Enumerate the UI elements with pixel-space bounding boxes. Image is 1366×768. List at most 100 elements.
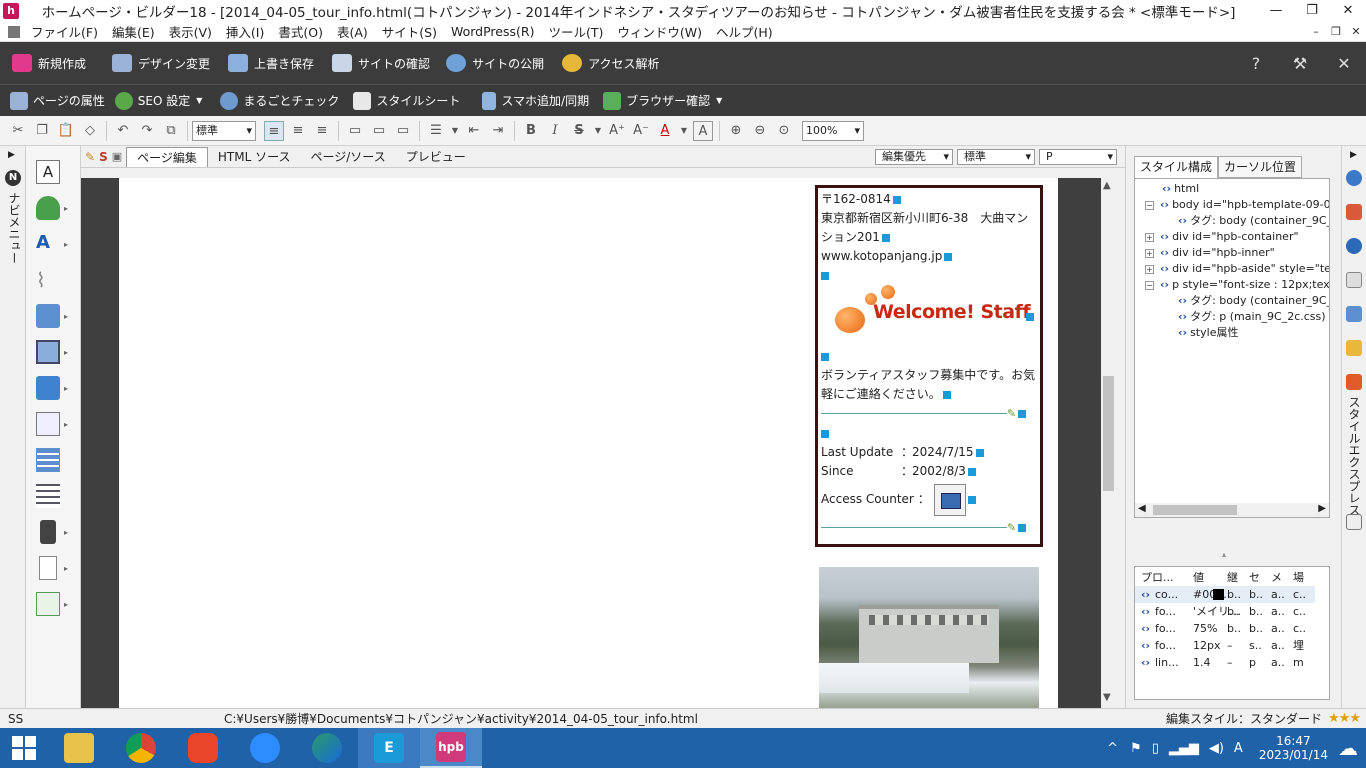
aside-box[interactable]: 〒162-0814 東京都新宿区新小川町6-38 大曲マン ション201 www…: [815, 185, 1043, 547]
indent-icon[interactable]: ⇥: [488, 121, 508, 141]
tree-node[interactable]: ‹› html: [1145, 181, 1199, 197]
design-change-button[interactable]: デザイン変更: [112, 54, 210, 72]
aside-postal[interactable]: 〒162-0814: [821, 190, 1037, 209]
canvas-vertical-scrollbar[interactable]: ▲ ▼: [1101, 178, 1116, 708]
font-color-dropdown-icon[interactable]: ▼: [679, 121, 689, 141]
ime-indicator[interactable]: A: [1234, 741, 1243, 756]
taskbar-homepage-builder[interactable]: hpb: [420, 728, 482, 768]
network-icon[interactable]: ⚑: [1130, 741, 1142, 756]
seo-settings-button[interactable]: SEO 設定 ▼: [114, 91, 202, 110]
navi-logo-icon[interactable]: N: [5, 170, 21, 186]
zoom-in-icon[interactable]: ⊕: [726, 121, 746, 141]
property-row[interactable]: fo... 12px – s.. a.. 埋 ‹›: [1135, 637, 1315, 654]
font-shrink-icon[interactable]: A⁻: [631, 121, 651, 141]
layout-expand-icon[interactable]: ▸: [64, 420, 68, 429]
welcome-staff-banner[interactable]: Welcome! Staff: [821, 285, 1037, 347]
image-expand-icon[interactable]: ▸: [64, 312, 68, 321]
format-painter-icon[interactable]: ⧉: [161, 121, 181, 141]
help-icon[interactable]: [1346, 170, 1362, 186]
taskbar-zoom[interactable]: [234, 728, 296, 768]
minimize-button[interactable]: —: [1258, 0, 1294, 22]
menu-file[interactable]: ファイル(F): [24, 22, 105, 41]
zoom-select[interactable]: 100%: [802, 120, 864, 141]
browser-dropdown-icon[interactable]: ▼: [716, 96, 722, 105]
list-dropdown-icon[interactable]: ▼: [450, 121, 460, 141]
collapse-icon[interactable]: −: [1145, 200, 1154, 210]
site-check-button[interactable]: サイトの確認: [332, 54, 430, 72]
property-header[interactable]: 継: [1227, 569, 1238, 586]
collapse-icon[interactable]: −: [1145, 280, 1154, 290]
taskbar-explorer[interactable]: [48, 728, 110, 768]
property-row[interactable]: fo... 'メイリ... b.. b.. a.. c.. ‹›: [1135, 603, 1315, 620]
italic-button[interactable]: I: [545, 121, 565, 141]
smartphone-icon[interactable]: [40, 520, 56, 544]
smartphone-sync-button[interactable]: スマホ追加/同期: [482, 91, 589, 110]
tools-icon[interactable]: ⚒: [1278, 54, 1322, 73]
style-express-tab[interactable]: スタイルエクスプレス: [1347, 396, 1361, 516]
scroll-thumb[interactable]: [1153, 505, 1237, 515]
image-m-icon[interactable]: [36, 304, 60, 328]
expand-icon[interactable]: ▶: [8, 150, 15, 160]
calendar-icon[interactable]: [36, 592, 60, 616]
menu-format[interactable]: 書式(O): [271, 22, 330, 41]
scroll-thumb[interactable]: [1103, 376, 1114, 491]
tree-node[interactable]: ‹› タグ: body (container_9C_2: [1161, 293, 1329, 309]
parts-icon[interactable]: [36, 376, 60, 400]
help-icon[interactable]: ?: [1234, 54, 1278, 73]
toolbox-icon[interactable]: [1346, 204, 1362, 220]
font-color-icon[interactable]: A: [655, 121, 675, 141]
tree-node[interactable]: ‹› style属性: [1161, 325, 1238, 341]
expand-icon[interactable]: +: [1145, 248, 1154, 258]
layout-top-icon[interactable]: ▭: [345, 121, 365, 141]
code-icon[interactable]: [1346, 514, 1362, 530]
empty-line[interactable]: [821, 266, 1037, 285]
zoom-reset-icon[interactable]: ⊙: [774, 121, 794, 141]
access-counter-line[interactable]: Access Counter ：: [821, 481, 1037, 518]
menu-window[interactable]: ウィンドウ(W): [610, 22, 709, 41]
scroll-up-icon[interactable]: ▲: [1103, 180, 1111, 191]
page-properties-button[interactable]: ページの属性: [10, 91, 105, 110]
align-right-icon[interactable]: ≡: [312, 121, 332, 141]
wordpress-icon[interactable]: [1346, 238, 1362, 254]
page-expand-icon[interactable]: ▸: [64, 564, 68, 573]
window-icon[interactable]: [1346, 272, 1362, 288]
stylesheet-button[interactable]: スタイルシート: [353, 91, 460, 110]
since-line[interactable]: Since ：2002/8/3: [821, 462, 1037, 481]
outdent-icon[interactable]: ⇤: [464, 121, 484, 141]
tab-page-edit[interactable]: ページ編集: [126, 146, 208, 167]
property-header[interactable]: 場: [1293, 569, 1304, 586]
style-mode-dropdown[interactable]: 標準: [957, 148, 1035, 165]
property-row[interactable]: fo... 75% b.. b.. a.. c.. ‹›: [1135, 620, 1315, 637]
seo-dropdown-icon[interactable]: ▼: [196, 96, 202, 105]
property-header[interactable]: プロ...: [1141, 569, 1174, 586]
text-effect-icon[interactable]: A: [693, 120, 713, 141]
tree-horizontal-scrollbar[interactable]: ◀ ▶: [1135, 503, 1329, 517]
tree-node[interactable]: + ‹› div id="hpb-aside" style="te: [1145, 261, 1329, 277]
picture-icon[interactable]: [36, 340, 60, 364]
empty-line[interactable]: [821, 424, 1037, 443]
last-update-line[interactable]: Last Update ：2024/7/15: [821, 443, 1037, 462]
taskbar-edge[interactable]: [296, 728, 358, 768]
smartphone-expand-icon[interactable]: ▸: [64, 528, 68, 537]
style-tree[interactable]: ‹› html − ‹› body id="hpb-template-09-0 ‹› タグ:…: [1134, 178, 1330, 518]
wifi-icon[interactable]: ▂▄▆: [1169, 741, 1199, 756]
pen-icon[interactable]: ▯: [1152, 741, 1159, 756]
page-icon[interactable]: [39, 556, 57, 580]
close-toolbar-icon[interactable]: ✕: [1322, 54, 1366, 73]
tab-style-structure[interactable]: スタイル構成: [1134, 156, 1219, 178]
menu-help[interactable]: ヘルプ(H): [709, 22, 780, 41]
expand-icon[interactable]: +: [1145, 232, 1154, 242]
paste-icon[interactable]: 📋: [56, 121, 76, 141]
volunteer-text-cont[interactable]: 軽にご連絡ください。: [821, 385, 1037, 404]
taskbar-app-red[interactable]: [172, 728, 234, 768]
navigation-menu-tab[interactable]: ナビメニュー: [6, 192, 21, 264]
mdi-minimize-button[interactable]: –: [1306, 25, 1326, 38]
logo-text-icon[interactable]: A: [36, 232, 60, 256]
calendar-expand-icon[interactable]: ▸: [64, 600, 68, 609]
paragraph-style-select[interactable]: 標準: [192, 120, 256, 141]
empty-line[interactable]: [821, 347, 1037, 366]
property-header[interactable]: セ: [1249, 569, 1260, 586]
editor-canvas[interactable]: 〒162-0814 東京都新宿区新小川町6-38 大曲マン ション201 www…: [81, 178, 1101, 708]
people-icon[interactable]: [36, 196, 60, 220]
folder-icon[interactable]: [1346, 340, 1362, 356]
